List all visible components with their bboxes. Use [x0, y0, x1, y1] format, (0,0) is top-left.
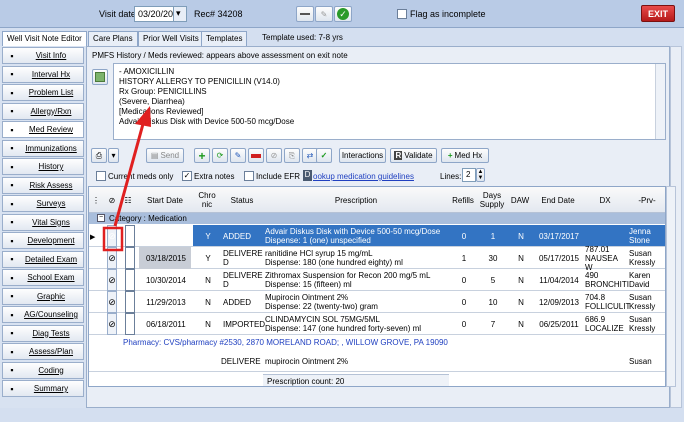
annotation-overlay [102, 106, 151, 252]
arrow-head-icon [135, 106, 151, 127]
highlight-box [102, 226, 124, 252]
annotation-arrow [113, 123, 145, 227]
